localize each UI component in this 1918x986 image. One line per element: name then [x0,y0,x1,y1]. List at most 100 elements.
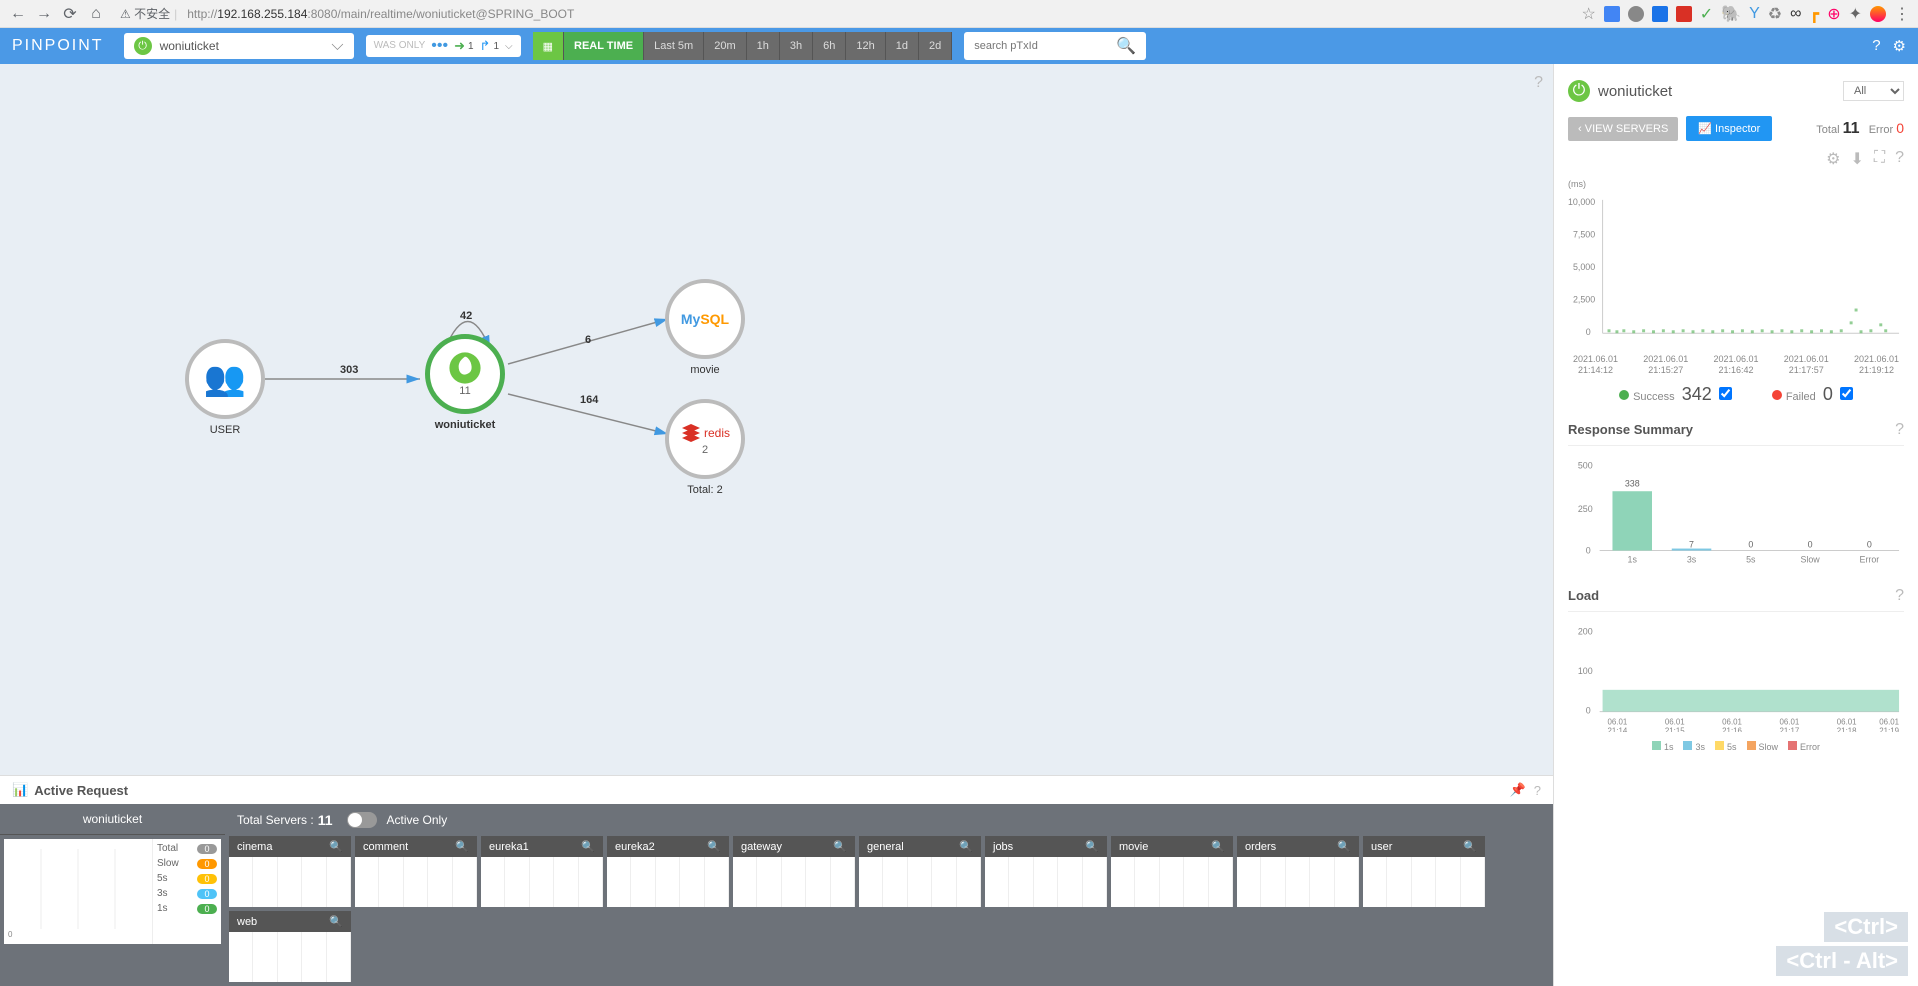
avatar-icon[interactable] [1870,6,1886,22]
time-6h[interactable]: 6h [813,32,846,60]
server-card[interactable]: user🔍 [1363,836,1485,907]
was-control[interactable]: WAS ONLY ••• ➜1 ↱1 ⌵ [366,35,521,57]
forward-icon[interactable]: → [34,4,54,24]
realtime-button[interactable]: REAL TIME [564,32,644,60]
time-5m[interactable]: Last 5m [644,32,704,60]
time-3h[interactable]: 3h [780,32,813,60]
gear-icon[interactable]: ⚙ [1826,149,1840,169]
svg-text:1s: 1s [1628,554,1638,564]
error-label: Error [1869,124,1893,136]
node-redis[interactable]: redis 2 Total: 2 [665,399,745,496]
ext-icon-8[interactable]: ∞ [1790,5,1801,23]
help-icon[interactable]: ? [1534,783,1541,798]
svg-text:06.01: 06.01 [1665,717,1685,726]
search-icon[interactable]: 🔍 [959,840,973,853]
server-card[interactable]: comment🔍 [355,836,477,907]
search-icon[interactable]: 🔍 [329,915,343,928]
help-icon[interactable]: ? [1895,149,1904,169]
ext-icon-evernote[interactable]: 🐘 [1721,4,1741,24]
server-card[interactable]: eureka1🔍 [481,836,603,907]
node-woniu-label: woniuticket [425,419,505,431]
search-icon[interactable]: 🔍 [455,840,469,853]
server-card[interactable]: gateway🔍 [733,836,855,907]
server-card[interactable]: cinema 🔍 [229,836,351,907]
menu-icon[interactable]: ⋮ [1894,4,1910,24]
svg-text:7: 7 [1689,539,1694,549]
edge-mysql: 6 [585,334,591,346]
search-icon[interactable]: 🔍 [833,840,847,853]
ext-icon-7[interactable]: ♻ [1768,4,1782,24]
help-icon[interactable]: ? [1895,421,1904,439]
failed-label: Failed [1786,391,1816,403]
download-icon[interactable]: ⬇ [1850,149,1863,169]
ext-icon-4[interactable] [1676,6,1692,22]
server-card[interactable]: eureka2 🔍 [607,836,729,907]
filter-select[interactable]: All [1843,81,1904,101]
search-icon[interactable]: 🔍 [1337,840,1351,853]
ext-icon-1[interactable] [1604,6,1620,22]
search-box[interactable]: 🔍 [964,32,1146,60]
home-icon[interactable]: ⌂ [86,4,106,24]
search-icon[interactable]: 🔍 [581,840,595,853]
view-servers-button[interactable]: ‹ VIEW SERVERS [1568,117,1678,141]
expand-icon[interactable]: ⛶ [1874,149,1885,169]
search-input[interactable] [974,40,1116,52]
help-icon[interactable]: ? [1895,587,1904,605]
calendar-button[interactable]: ▦ [533,32,564,60]
help-icon[interactable]: ? [1872,37,1880,55]
ext-icon-5[interactable]: ✓ [1700,4,1713,24]
security-badge: ⚠ 不安全 | [120,5,181,22]
inspector-button[interactable]: 📈 Inspector [1686,116,1772,141]
power-icon: ⏻ [134,37,152,55]
map-help-icon[interactable]: ? [1534,74,1543,92]
svg-text:3s: 3s [1687,554,1697,564]
ext-icon-10[interactable]: ⊕ [1827,4,1840,24]
reload-icon[interactable]: ⟳ [60,4,80,24]
node-user[interactable]: 👥 USER [185,339,265,436]
server-card[interactable]: jobs🔍 [985,836,1107,907]
total-label: Total [1816,124,1839,136]
server-card[interactable]: movie🔍 [1111,836,1233,907]
server-name: cinema [237,841,272,853]
url-display[interactable]: http://192.168.255.184:8080/main/realtim… [187,7,574,21]
ext-icon-9[interactable]: ┏ [1810,4,1820,24]
search-icon[interactable]: 🔍 [1211,840,1225,853]
search-icon[interactable]: 🔍 [1085,840,1099,853]
server-card[interactable]: general🔍 [859,836,981,907]
scatter-chart[interactable]: (ms) 10,000 7,500 5,000 2,500 0 2021.06.… [1568,179,1904,405]
node-mysql[interactable]: MySQL movie [665,279,745,376]
search-icon[interactable]: 🔍 [1463,840,1477,853]
puzzle-icon[interactable]: ✦ [1849,4,1862,24]
failed-toggle[interactable] [1840,387,1853,400]
gear-icon[interactable]: ⚙ [1893,37,1906,55]
star-icon[interactable]: ☆ [1581,4,1595,24]
time-1d[interactable]: 1d [886,32,919,60]
power-icon: ⏻ [1568,80,1590,102]
search-icon[interactable]: 🔍 [707,840,721,853]
server-name: eureka2 [615,841,655,853]
time-2d[interactable]: 2d [919,32,952,60]
warning-icon: ⚠ [120,7,131,21]
spring-icon [448,351,482,385]
success-toggle[interactable] [1719,387,1732,400]
logo[interactable]: PINPOINT [12,37,104,55]
time-12h[interactable]: 12h [846,32,885,60]
time-1h[interactable]: 1h [747,32,780,60]
app-selector[interactable]: ⏻ woniuticket ⌵ [124,33,354,59]
search-icon[interactable]: 🔍 [1116,36,1136,56]
ext-icon-2[interactable] [1628,6,1644,22]
response-summary-chart[interactable]: 500 250 0 338 1s 7 3s 0 5s 0 Slow 0 Erro… [1568,456,1904,571]
ext-icon-3[interactable] [1652,6,1668,22]
time-20m[interactable]: 20m [704,32,746,60]
node-woniuticket[interactable]: 11 woniuticket [425,334,505,431]
active-request-panel: 📊 Active Request 📌 ? woniuticket 0 Total… [0,775,1553,986]
back-icon[interactable]: ← [8,4,28,24]
active-only-toggle[interactable] [347,812,377,828]
failed-count: 0 [1823,384,1833,404]
ext-icon-6[interactable]: Y [1749,5,1760,23]
load-chart[interactable]: 200 100 0 06.0121:14 06.0121:15 06.0121:… [1568,622,1904,752]
search-icon[interactable]: 🔍 [329,840,343,853]
server-card[interactable]: orders🔍 [1237,836,1359,907]
pin-icon[interactable]: 📌 [1510,782,1526,798]
server-card[interactable]: web🔍 [229,911,351,982]
